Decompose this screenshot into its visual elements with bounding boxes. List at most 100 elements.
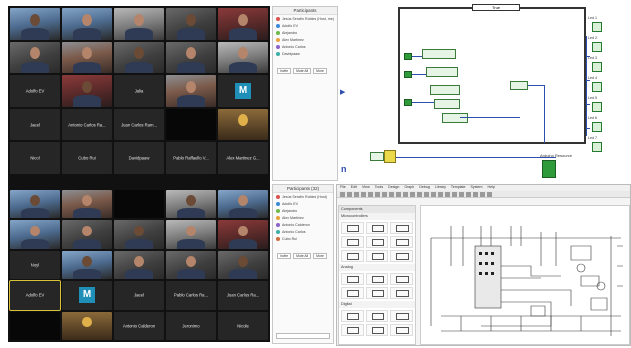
component-icon[interactable] <box>341 324 364 336</box>
menu-help[interactable]: Help <box>487 185 494 191</box>
toolbar-tool-icon[interactable] <box>347 192 352 197</box>
iteration-node[interactable] <box>370 152 384 161</box>
led-indicator[interactable] <box>592 22 602 32</box>
component-icon[interactable] <box>341 287 364 299</box>
video-tile[interactable]: Jeronimo <box>166 311 216 340</box>
participant-row[interactable]: Antonio Carlos <box>273 228 333 235</box>
video-tile[interactable]: Juan Carlos Ram... <box>114 108 164 141</box>
video-tile[interactable] <box>62 220 112 249</box>
toolbar-tool-icon[interactable] <box>424 192 429 197</box>
video-tile[interactable] <box>10 8 60 40</box>
toolbar-tool-icon[interactable] <box>361 192 366 197</box>
video-tile[interactable]: Jalia <box>114 75 164 107</box>
toolbar-tool-icon[interactable] <box>389 192 394 197</box>
video-tile[interactable] <box>62 8 112 40</box>
participant-row[interactable]: Alex Martinez <box>273 214 333 221</box>
component-icon[interactable] <box>365 236 389 248</box>
video-tile[interactable]: Nicol <box>10 142 60 174</box>
led-indicator[interactable] <box>592 122 602 132</box>
library-section-header[interactable]: Microcontrollers <box>339 213 415 220</box>
participant-row[interactable]: Jesús Serafín Robles (Host, me) <box>273 15 337 22</box>
led-indicator[interactable] <box>592 82 602 92</box>
video-tile[interactable] <box>10 311 60 340</box>
stop-button-block[interactable] <box>384 150 396 163</box>
digital-write-node[interactable] <box>426 67 458 77</box>
video-tile[interactable] <box>218 190 268 219</box>
video-tile[interactable]: Nicole <box>218 311 268 340</box>
toolbar-tool-icon[interactable] <box>410 192 415 197</box>
chat-input[interactable] <box>276 333 330 339</box>
participant-row[interactable]: Adolfo EV <box>273 200 333 207</box>
component-icon[interactable] <box>341 273 364 285</box>
toolbar-tool-icon[interactable] <box>403 192 408 197</box>
component-icon[interactable] <box>365 222 389 234</box>
component-icon[interactable] <box>341 236 364 248</box>
menu-design[interactable]: Design <box>388 185 399 191</box>
more-button[interactable]: More <box>313 68 327 74</box>
video-tile[interactable] <box>62 75 112 107</box>
mute-all-button[interactable]: Mute All <box>293 253 312 259</box>
component-icon[interactable] <box>365 310 389 322</box>
participant-row[interactable]: Alejandro <box>273 207 333 214</box>
video-tile[interactable] <box>218 8 268 40</box>
component-icon[interactable] <box>365 273 389 285</box>
digital-write-node[interactable] <box>442 113 468 123</box>
led-indicator[interactable] <box>592 142 602 152</box>
toolbar-tool-icon[interactable] <box>466 192 471 197</box>
video-tile[interactable]: M <box>218 75 268 107</box>
led-indicator[interactable] <box>592 102 602 112</box>
video-tile[interactable]: Alex Martinez G... <box>218 142 268 174</box>
mute-all-button[interactable]: Mute All <box>293 68 312 74</box>
participant-row[interactable]: Alex Martinez <box>273 36 337 43</box>
menu-library[interactable]: Library <box>435 185 446 191</box>
component-icon[interactable] <box>341 222 364 234</box>
video-tile[interactable] <box>10 220 60 249</box>
video-tile[interactable] <box>114 41 164 74</box>
video-tile[interactable] <box>62 190 112 219</box>
menu-edit[interactable]: Edit <box>351 185 357 191</box>
video-tile[interactable] <box>62 311 112 340</box>
toolbar-tool-icon[interactable] <box>340 192 345 197</box>
participant-row[interactable]: Jesús Serafín Robles (Host) <box>273 193 333 200</box>
video-tile[interactable] <box>218 220 268 249</box>
component-icon[interactable] <box>365 287 389 299</box>
video-tile[interactable] <box>114 220 164 249</box>
video-tile[interactable]: Jaeel <box>114 281 164 310</box>
arduino-resource-block[interactable] <box>542 160 556 178</box>
video-tile[interactable] <box>166 75 216 107</box>
invite-button[interactable]: Invite <box>277 68 292 74</box>
video-tile[interactable] <box>166 41 216 74</box>
video-tile[interactable]: Pablo Raffaello V... <box>166 142 216 174</box>
led-indicator[interactable] <box>592 62 602 72</box>
component-icon[interactable] <box>390 250 413 262</box>
video-tile[interactable]: Adolfo EV <box>10 75 60 107</box>
component-icon[interactable] <box>365 324 389 336</box>
toolbar-tool-icon[interactable] <box>382 192 387 197</box>
video-tile[interactable] <box>218 108 268 141</box>
participant-row[interactable]: Antonio Carlos <box>273 43 337 50</box>
invite-button[interactable]: Invite <box>277 253 292 259</box>
menu-file[interactable]: File <box>340 185 346 191</box>
digital-write-node[interactable] <box>434 99 460 109</box>
participant-row[interactable]: Adolfo EV <box>273 22 337 29</box>
video-tile[interactable]: Antonio Calderon <box>114 311 164 340</box>
toolbar-tool-icon[interactable] <box>417 192 422 197</box>
participant-row[interactable]: Davidpaaw <box>273 50 337 57</box>
digital-write-node[interactable] <box>422 49 456 59</box>
component-icon[interactable] <box>341 250 364 262</box>
compare-node[interactable] <box>510 81 528 90</box>
video-tile[interactable] <box>114 8 164 40</box>
more-button[interactable]: More <box>313 253 327 259</box>
toolbar-tool-icon[interactable] <box>459 192 464 197</box>
video-tile[interactable]: Cubo Rui <box>62 142 112 174</box>
library-section-header[interactable]: Analog <box>339 264 415 271</box>
video-tile[interactable]: Davidpaaw <box>114 142 164 174</box>
menu-tools[interactable]: Tools <box>375 185 383 191</box>
led-indicator[interactable] <box>592 42 602 52</box>
video-tile[interactable]: Noyl <box>10 250 60 280</box>
component-icon[interactable] <box>390 310 413 322</box>
video-tile[interactable]: Adolfo EV <box>9 280 61 311</box>
video-tile[interactable] <box>166 250 216 280</box>
video-tile[interactable] <box>218 41 268 74</box>
video-tile[interactable] <box>62 250 112 280</box>
